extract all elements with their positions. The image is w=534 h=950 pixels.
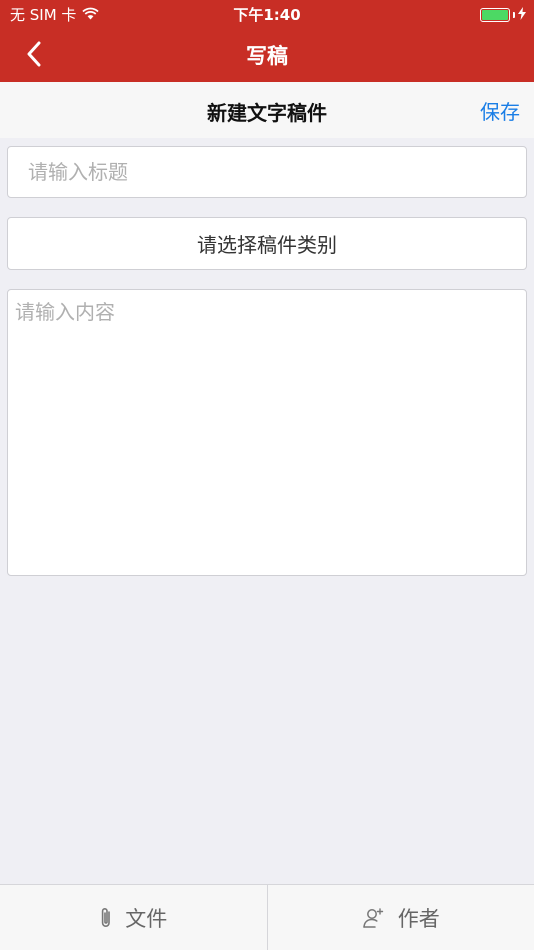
content-textarea[interactable] <box>7 289 527 576</box>
status-time: 下午1:40 <box>233 6 301 24</box>
category-select-button[interactable]: 请选择稿件类别 <box>7 217 527 270</box>
paperclip-icon <box>99 906 113 930</box>
tab-bar: 文件 作者 <box>0 884 534 950</box>
page-title: 写稿 <box>246 44 288 68</box>
person-add-icon <box>362 906 386 930</box>
nav-bar: 写稿 <box>0 28 534 82</box>
battery-cap <box>513 12 515 18</box>
screen: 无 SIM 卡 下午1:40 写稿 新建文字稿件 保存 请输入标题 请选择稿件类… <box>0 0 534 950</box>
chevron-left-icon <box>26 41 42 71</box>
charging-bolt-icon <box>518 6 526 24</box>
tab-author[interactable]: 作者 <box>266 885 534 950</box>
battery-icon <box>480 8 510 22</box>
battery-fill <box>482 10 508 20</box>
title-input[interactable] <box>7 146 527 198</box>
editor-header: 新建文字稿件 保存 <box>0 82 534 138</box>
tab-author-label: 作者 <box>397 906 440 931</box>
back-button[interactable] <box>14 36 54 76</box>
save-button[interactable]: 保存 <box>480 96 520 125</box>
header: 无 SIM 卡 下午1:40 写稿 <box>0 0 534 82</box>
category-label: 请选择稿件类别 <box>197 233 337 257</box>
tab-files[interactable]: 文件 <box>0 885 267 950</box>
status-bar: 无 SIM 卡 下午1:40 <box>0 0 534 28</box>
tab-files-label: 文件 <box>125 906 168 931</box>
editor-title: 新建文字稿件 <box>207 101 327 125</box>
status-right <box>480 6 526 24</box>
